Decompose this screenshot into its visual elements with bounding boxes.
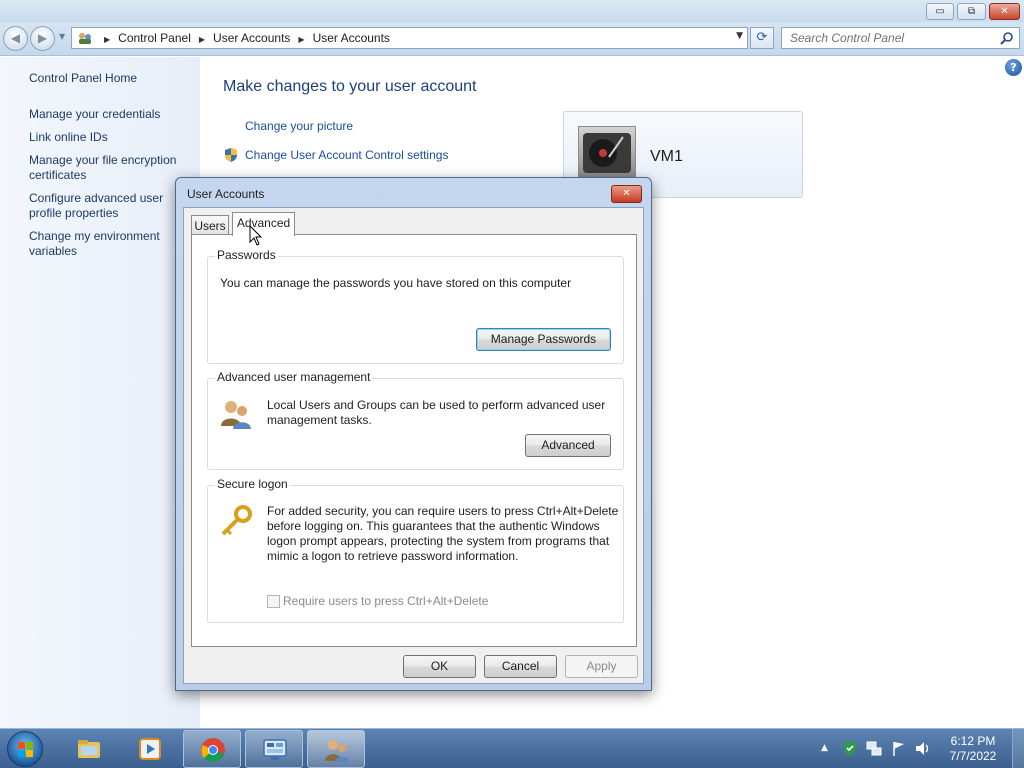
show-hidden-icons-button[interactable]: ▲ [821, 743, 828, 753]
dialog-body: Users Advanced Passwords You can manage … [183, 207, 644, 684]
dialog-close-button[interactable]: ✕ [611, 185, 642, 203]
system-clock[interactable]: 6:12 PM 7/7/2022 [946, 734, 1000, 764]
secure-logon-title: Secure logon [215, 477, 290, 491]
dialog-title: User Accounts [187, 187, 265, 201]
uac-shield-icon [225, 148, 237, 162]
manage-passwords-button[interactable]: Manage Passwords [476, 328, 611, 351]
apply-button[interactable]: Apply [565, 655, 638, 678]
breadcrumb-control-panel[interactable]: Control Panel [118, 31, 191, 45]
sidebar-item-control-panel-home[interactable]: Control Panel Home [29, 71, 189, 86]
minimize-button[interactable]: ▭ [926, 3, 954, 20]
key-icon [221, 505, 252, 536]
change-uac-settings-link[interactable]: Change User Account Control settings [245, 148, 448, 162]
require-ctrl-alt-delete-checkbox[interactable] [267, 595, 280, 608]
action-center-flag-icon[interactable] [891, 740, 907, 757]
breadcrumb-separator-icon[interactable]: ▶ [298, 35, 304, 44]
sidebar-item-encryption-certificates[interactable]: Manage your file encryption certificates [29, 153, 189, 183]
user-accounts-dialog: User Accounts ✕ Users Advanced Passwords… [175, 177, 652, 691]
ok-button[interactable]: OK [403, 655, 476, 678]
secure-logon-group: Secure logon For added security, you can… [207, 477, 624, 623]
show-desktop-button[interactable] [1012, 729, 1024, 768]
advanced-button[interactable]: Advanced [525, 434, 611, 457]
tab-advanced[interactable]: Advanced [232, 212, 295, 236]
sidebar-item-link-online-ids[interactable]: Link online IDs [29, 130, 189, 145]
refresh-icon: ⟳ [756, 30, 768, 45]
search-box[interactable]: Search Control Panel [781, 27, 1020, 49]
sidebar: Control Panel Home Manage your credentia… [0, 57, 200, 728]
network-icon[interactable] [866, 740, 882, 757]
taskbar-chrome[interactable] [183, 730, 241, 768]
close-window-button[interactable]: ✕ [989, 3, 1020, 20]
breadcrumb-separator-icon[interactable]: ▶ [199, 35, 205, 44]
passwords-group: Passwords You can manage the passwords y… [207, 248, 624, 364]
breadcrumb-user-accounts[interactable]: User Accounts [213, 31, 290, 45]
help-icon[interactable]: ? [1005, 59, 1022, 76]
windows-explorer-icon [78, 740, 100, 758]
cancel-button[interactable]: Cancel [484, 655, 557, 678]
tab-users[interactable]: Users [191, 215, 229, 236]
window-titlebar: ▭ ⧉ ✕ [0, 0, 1024, 22]
windows-logo-icon [18, 742, 33, 757]
search-icon[interactable] [1000, 31, 1014, 45]
breadcrumb-separator-icon[interactable]: ▶ [104, 35, 110, 44]
taskbar: ▲ 6:12 PM 7/7/2022 [0, 728, 1024, 768]
media-player-icon [139, 738, 161, 760]
chrome-icon [201, 738, 225, 762]
user-name: VM1 [650, 148, 683, 165]
mouse-cursor-icon [249, 225, 263, 246]
require-ctrl-alt-delete-label: Require users to press Ctrl+Alt+Delete [283, 594, 489, 608]
passwords-group-title: Passwords [215, 248, 278, 262]
passwords-description: You can manage the passwords you have st… [220, 276, 572, 290]
secure-logon-description: For added security, you can require user… [267, 504, 619, 563]
maximize-button[interactable]: ⧉ [957, 3, 986, 20]
address-dropdown-icon[interactable]: ▼ [736, 31, 743, 41]
back-arrow-icon: ◀ [10, 31, 21, 45]
taskbar-windows-explorer[interactable] [60, 730, 118, 768]
clock-time: 6:12 PM [950, 734, 996, 748]
change-picture-link[interactable]: Change your picture [245, 119, 353, 133]
sidebar-item-advanced-profile[interactable]: Configure advanced user profile properti… [29, 191, 189, 221]
forward-button[interactable]: ▶ [30, 26, 55, 51]
advanced-user-management-title: Advanced user management [215, 370, 373, 384]
page-title: Make changes to your user account [223, 78, 477, 95]
sidebar-item-manage-credentials[interactable]: Manage your credentials [29, 107, 189, 122]
taskbar-user-accounts[interactable] [307, 730, 365, 768]
volume-icon[interactable] [914, 740, 931, 757]
users-group-icon [221, 401, 251, 429]
breadcrumb: ▶ Control Panel ▶ User Accounts ▶ User Accoun… [96, 28, 390, 48]
advanced-tab-panel: Passwords You can manage the passwords y… [191, 234, 637, 647]
control-panel-icon [263, 739, 287, 760]
address-bar[interactable]: ▶ Control Panel ▶ User Accounts ▶ User Accoun… [71, 27, 748, 49]
forward-arrow-icon: ▶ [37, 31, 48, 45]
control-panel-icon [79, 33, 91, 44]
clock-date: 7/7/2022 [949, 749, 997, 763]
navigation-bar: ◀ ▶ ▼ ▶ Control Panel ▶ User Accounts ▶ User … [0, 22, 1024, 56]
advanced-user-management-description: Local Users and Groups can be used to pe… [267, 398, 606, 427]
security-shield-icon[interactable] [843, 740, 857, 757]
breadcrumb-user-accounts-current[interactable]: User Accounts [313, 31, 390, 45]
taskbar-control-panel[interactable] [245, 730, 303, 768]
advanced-user-management-group: Advanced user management Local Users and… [207, 370, 624, 470]
start-button[interactable] [7, 731, 43, 767]
sidebar-item-environment-variables[interactable]: Change my environment variables [29, 229, 189, 259]
back-button[interactable]: ◀ [3, 26, 28, 51]
search-input[interactable]: Search Control Panel [790, 28, 904, 48]
recent-pages-dropdown[interactable]: ▼ [59, 32, 65, 41]
user-accounts-icon [325, 740, 349, 762]
refresh-button[interactable]: ⟳ [750, 27, 774, 49]
taskbar-media-player[interactable] [121, 730, 179, 768]
